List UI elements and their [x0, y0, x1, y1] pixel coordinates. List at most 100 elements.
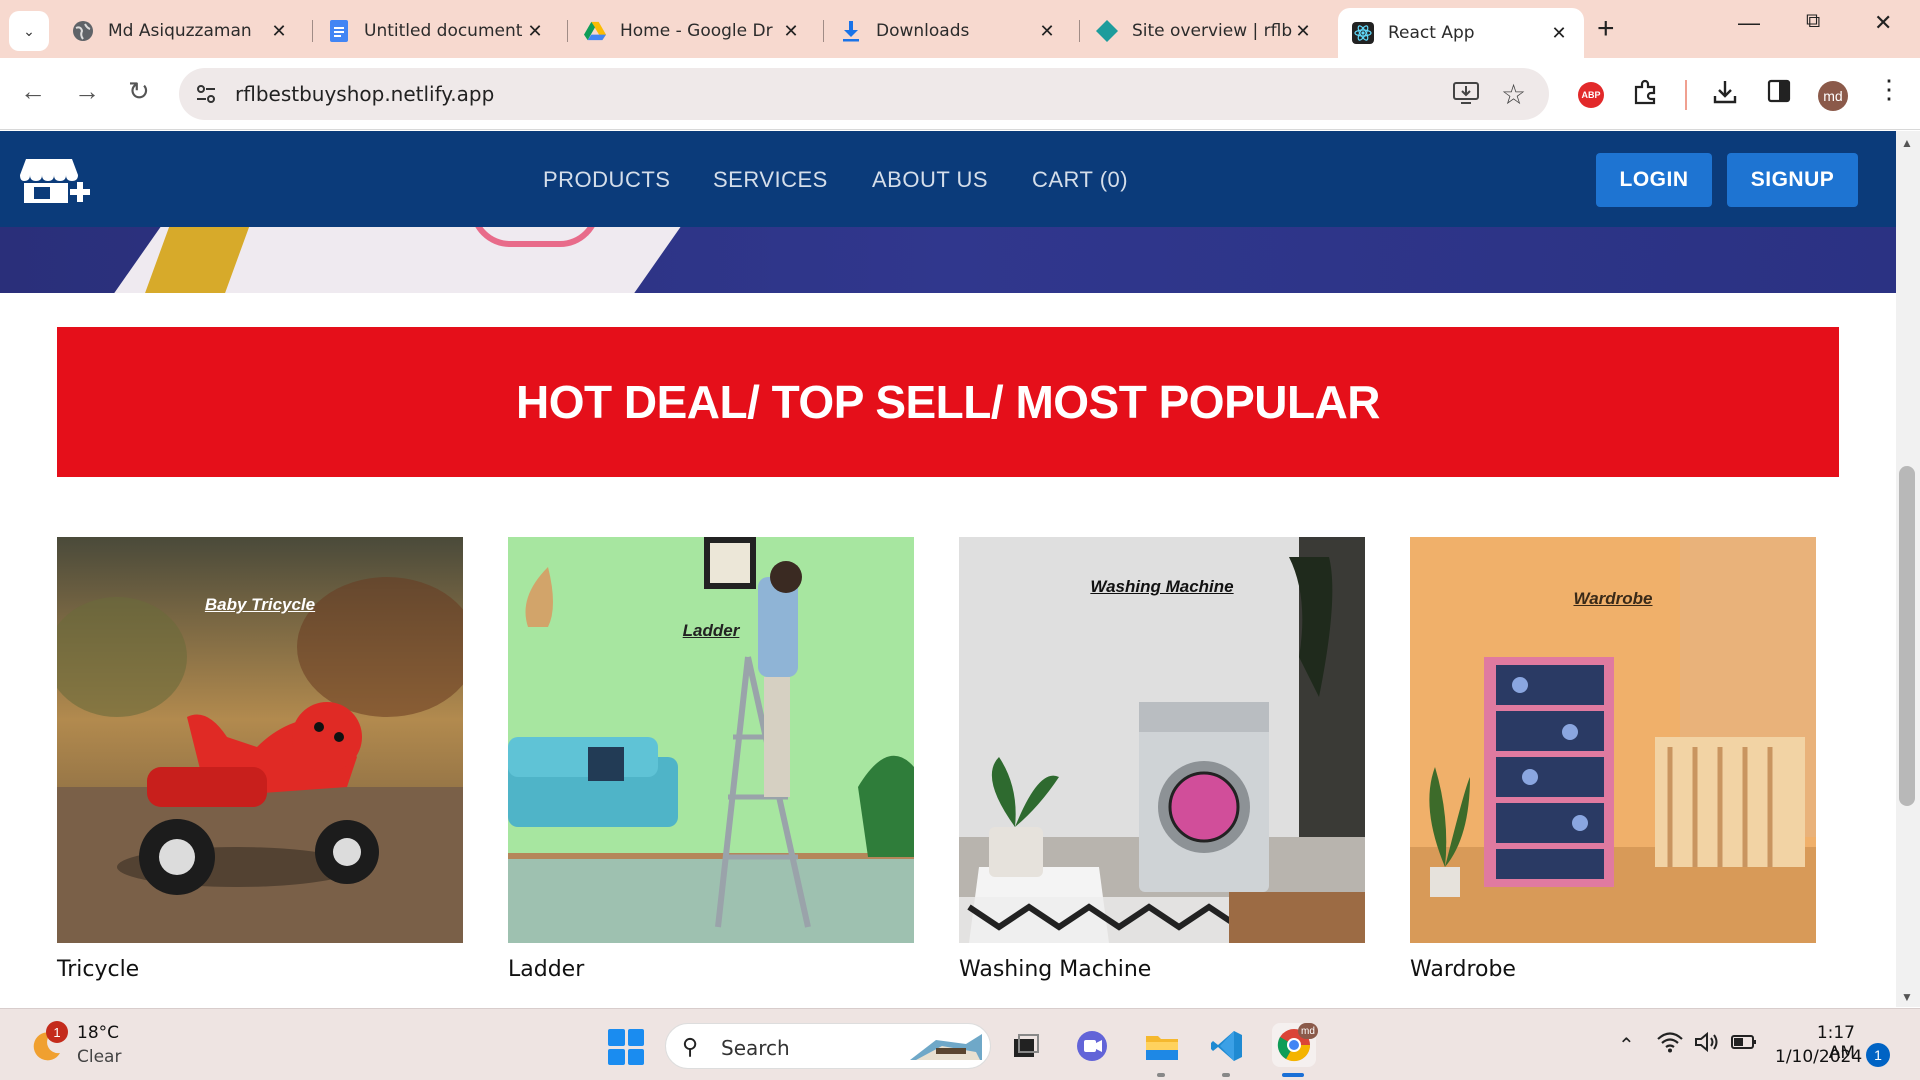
wifi-icon[interactable]: [1657, 1031, 1683, 1059]
product-image-washing-machine[interactable]: Washing Machine: [959, 537, 1365, 943]
tab-divider: [567, 20, 568, 42]
image-caption: Washing Machine: [1090, 577, 1234, 596]
start-tile: [608, 1048, 625, 1065]
page-viewport: PRODUCTS SERVICES ABOUT US CART (0) LOGI…: [0, 131, 1896, 1007]
window-close-icon[interactable]: ✕: [1874, 10, 1892, 36]
react-icon: [1352, 22, 1374, 44]
nav-about-us[interactable]: ABOUT US: [872, 167, 988, 193]
teams-chat-icon[interactable]: [1073, 1027, 1111, 1065]
weather-alert-badge: 1: [46, 1021, 68, 1043]
close-icon[interactable]: ✕: [1548, 23, 1570, 44]
chevron-up-icon[interactable]: ⌃: [1618, 1033, 1635, 1058]
google-drive-icon: [584, 20, 606, 42]
tab-react-app[interactable]: React App ✕: [1338, 8, 1584, 58]
adblock-plus-icon[interactable]: ABP: [1578, 82, 1604, 108]
tab-strip: ⌄ Md Asiquzzaman ✕ Untitled document ✕ H…: [0, 0, 1920, 58]
menu-kebab-icon[interactable]: ⋮: [1876, 74, 1902, 105]
product-card[interactable]: Wardrobe Wardrobe: [1410, 537, 1816, 982]
tab-divider: [823, 20, 824, 42]
product-card[interactable]: Baby Tricycle Tricycle: [57, 537, 463, 982]
file-explorer-icon[interactable]: [1143, 1027, 1181, 1065]
windows-start-button[interactable]: [608, 1029, 644, 1065]
tab-downloads[interactable]: Downloads ✕: [826, 8, 1072, 54]
weather-temperature[interactable]: 18°C: [77, 1023, 119, 1043]
tab-site-overview[interactable]: Site overview | rflb ✕: [1082, 8, 1328, 54]
scroll-down-icon[interactable]: ▼: [1901, 990, 1913, 1004]
running-indicator: [1222, 1073, 1230, 1077]
reload-icon[interactable]: ↻: [128, 76, 150, 107]
address-bar[interactable]: rflbestbuyshop.netlify.app ☆: [179, 68, 1549, 120]
product-image-wardrobe[interactable]: Wardrobe: [1410, 537, 1816, 943]
tab-title: Downloads: [876, 21, 970, 41]
scroll-up-icon[interactable]: ▲: [1901, 136, 1913, 150]
profile-avatar[interactable]: md: [1818, 81, 1848, 111]
tab-untitled-document[interactable]: Untitled document ✕: [314, 8, 560, 54]
running-indicator: [1157, 1073, 1165, 1077]
hot-deal-banner: HOT DEAL/ TOP SELL/ MOST POPULAR: [57, 327, 1839, 477]
product-name[interactable]: Washing Machine: [959, 957, 1365, 982]
product-image-ladder[interactable]: Ladder: [508, 537, 914, 943]
image-caption: Ladder: [682, 621, 740, 640]
browser-toolbar: ← → ↻ rflbestbuyshop.netlify.app ☆ ⋮: [0, 58, 1920, 130]
downloads-icon[interactable]: [1712, 79, 1738, 112]
product-name[interactable]: Tricycle: [57, 957, 463, 982]
tab-md-asiquzzaman[interactable]: Md Asiquzzaman ✕: [58, 8, 304, 54]
back-icon[interactable]: ←: [20, 76, 46, 107]
taskbar-search[interactable]: ⚲ Search: [665, 1023, 991, 1069]
search-highlight-art: [910, 1034, 982, 1060]
product-card[interactable]: Washing Machine Washing Machine: [959, 537, 1365, 982]
chevron-down-icon: ⌄: [23, 22, 35, 39]
close-icon[interactable]: ✕: [268, 21, 290, 42]
windows-taskbar: 1 18°C Clear ⚲ Search md ⌃ 1:17 AM 1/10/…: [0, 1008, 1920, 1080]
product-card[interactable]: Ladder Ladder: [508, 537, 914, 982]
product-name[interactable]: Ladder: [508, 957, 914, 982]
tab-divider: [1079, 20, 1080, 42]
scrollbar-thumb[interactable]: [1899, 466, 1915, 806]
side-panel-icon[interactable]: [1767, 79, 1791, 110]
minimize-icon[interactable]: —: [1738, 10, 1760, 36]
product-image-tricycle[interactable]: Baby Tricycle: [57, 537, 463, 943]
close-icon[interactable]: ✕: [1036, 21, 1058, 42]
tab-title: React App: [1388, 23, 1475, 43]
download-icon: [840, 20, 862, 42]
close-icon[interactable]: ✕: [1292, 21, 1314, 42]
image-caption: Wardrobe: [1573, 589, 1653, 608]
notification-badge[interactable]: 1: [1866, 1043, 1890, 1067]
vscode-icon[interactable]: [1208, 1027, 1246, 1065]
signup-button[interactable]: SIGNUP: [1727, 153, 1858, 207]
url-text: rflbestbuyshop.netlify.app: [235, 82, 495, 106]
new-tab-button[interactable]: +: [1597, 14, 1615, 44]
chrome-icon[interactable]: md: [1272, 1023, 1318, 1067]
nav-products[interactable]: PRODUCTS: [543, 167, 670, 193]
battery-icon[interactable]: [1730, 1031, 1758, 1059]
close-icon[interactable]: ✕: [780, 21, 802, 42]
tab-divider: [312, 20, 313, 42]
product-name[interactable]: Wardrobe: [1410, 957, 1816, 982]
active-indicator: [1282, 1073, 1304, 1077]
task-view-icon[interactable]: [1007, 1027, 1045, 1065]
site-navbar: PRODUCTS SERVICES ABOUT US CART (0) LOGI…: [0, 131, 1896, 227]
extensions-icon[interactable]: [1632, 79, 1658, 112]
install-app-icon[interactable]: [1452, 80, 1480, 113]
close-icon[interactable]: ✕: [524, 21, 546, 42]
chrome-profile-badge: md: [1298, 1023, 1318, 1039]
hero-banner: [0, 227, 1896, 293]
nav-services[interactable]: SERVICES: [713, 167, 828, 193]
clock-date[interactable]: 1/10/2024: [1775, 1047, 1862, 1067]
search-icon: ⚲: [682, 1034, 699, 1059]
site-settings-icon[interactable]: [195, 83, 217, 105]
tab-search-button[interactable]: ⌄: [9, 11, 49, 51]
bookmark-star-icon[interactable]: ☆: [1501, 78, 1526, 111]
weather-condition[interactable]: Clear: [77, 1047, 121, 1067]
tab-title: Md Asiquzzaman: [108, 21, 252, 41]
tab-google-drive[interactable]: Home - Google Dr ✕: [570, 8, 816, 54]
login-button[interactable]: LOGIN: [1596, 153, 1712, 207]
nav-cart[interactable]: CART (0): [1032, 167, 1128, 193]
store-logo-icon[interactable]: [20, 153, 90, 213]
tab-title: Home - Google Dr: [620, 21, 773, 41]
forward-icon[interactable]: →: [74, 76, 100, 107]
restore-icon[interactable]: ⧉: [1806, 10, 1820, 33]
volume-icon[interactable]: [1694, 1031, 1720, 1059]
netlify-icon: [1096, 20, 1118, 42]
image-caption: Baby Tricycle: [204, 595, 316, 614]
